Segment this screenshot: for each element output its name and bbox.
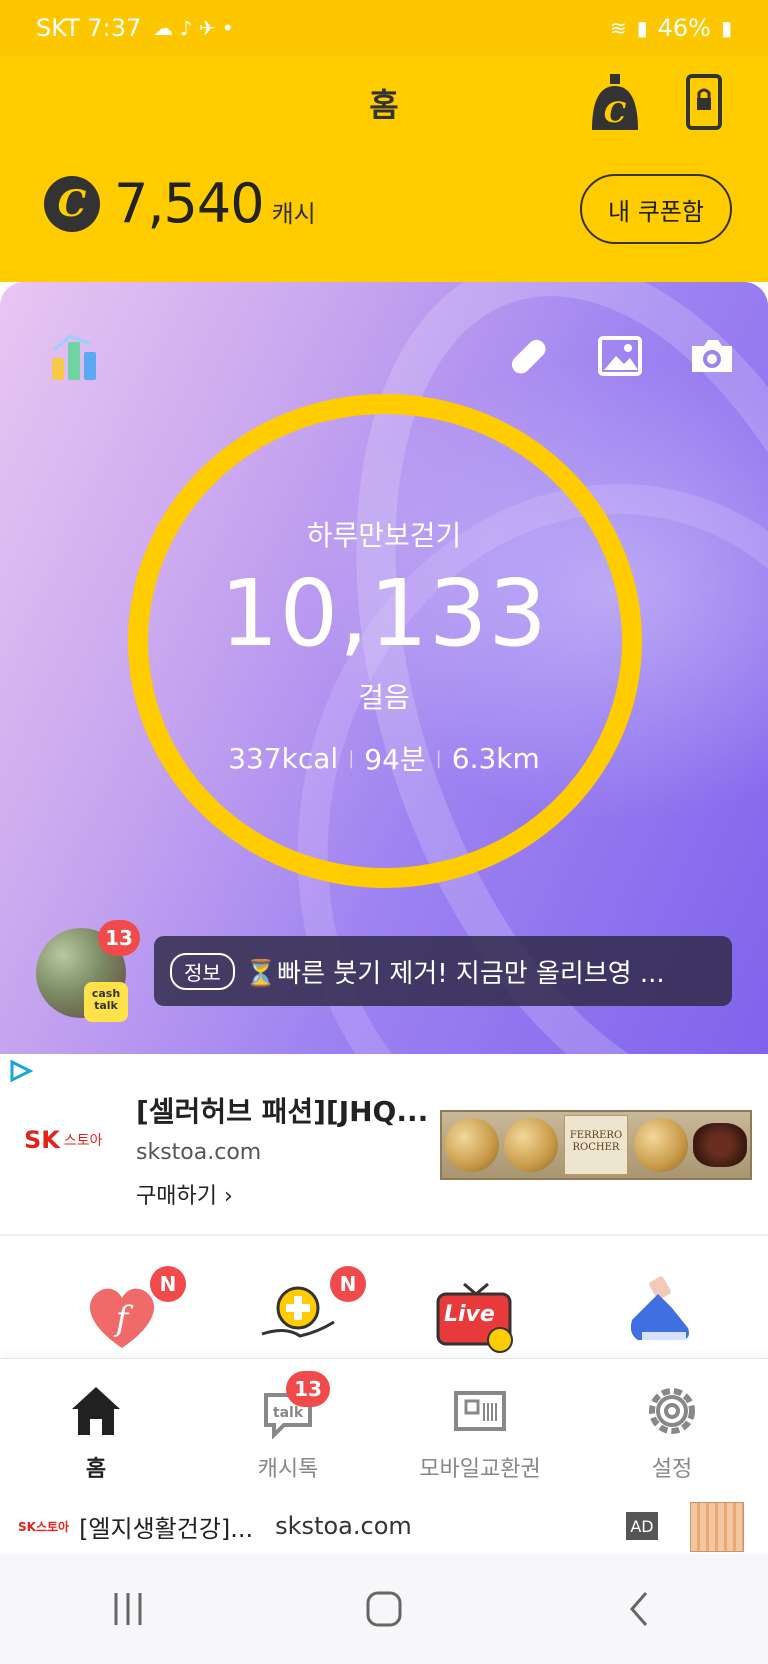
notification-badge: 13 [286, 1371, 330, 1407]
shoe-icon [630, 1276, 689, 1340]
system-navigation-bar [0, 1554, 768, 1664]
new-badge: N [330, 1266, 366, 1302]
pill-icon [511, 339, 546, 374]
nav-label: 모바일교환권 [419, 1457, 541, 1482]
notification-badge: 13 [98, 920, 140, 956]
pill-button[interactable] [504, 332, 552, 380]
step-counter-card: 하루만보걷기 10,133 걸음 337kcal | 94분 | 6.3km 1… [0, 282, 768, 1054]
notification-icons: ☁ ♪ ✈ • [153, 16, 234, 40]
advertiser-logo: SK스토아 [18, 1519, 70, 1534]
quick-menu: f N N Live [0, 1238, 768, 1358]
camera-button[interactable] [688, 332, 736, 380]
advertiser-logo: SK 스토아 [24, 1126, 103, 1154]
step-metrics: 337kcal | 94분 | 6.3km [0, 738, 768, 778]
phone-lock-icon [686, 74, 722, 130]
new-badge: N [150, 1266, 186, 1302]
coin-character-icon: C [592, 74, 638, 130]
camera-icon [692, 340, 732, 372]
health-care-button[interactable]: N [256, 1266, 366, 1358]
home-system-button[interactable] [354, 1579, 414, 1639]
notice-tag: 정보 [170, 952, 235, 990]
page-title: 홈 [369, 86, 399, 124]
notice-text: ⏳빠른 붓기 제거! 지금만 올리브영 ... [244, 958, 665, 989]
live-label: Live [444, 1302, 495, 1327]
logo-store: 스토아 [63, 1133, 103, 1149]
nav-label: 홈 [85, 1457, 107, 1482]
nav-home[interactable]: 홈 [0, 1383, 192, 1483]
cash-unit: 캐시 [271, 200, 316, 228]
adchoices-icon[interactable] [8, 1058, 34, 1084]
distance-value: 6.3km [451, 741, 540, 775]
signal-icon: ▮ [636, 16, 648, 40]
nav-cashtalk[interactable]: talk 13 캐시톡 [192, 1371, 384, 1483]
back-button[interactable] [610, 1579, 670, 1639]
bar-chart-icon [52, 334, 96, 380]
home-icon [72, 1387, 120, 1435]
walking-shoe-button[interactable] [618, 1274, 702, 1358]
buy-link[interactable]: 구매하기 › [136, 1178, 233, 1210]
step-title: 하루만보걷기 [306, 519, 462, 552]
ad-domain: skstoa.com [136, 1140, 262, 1165]
cash-character-button[interactable]: C [586, 72, 644, 134]
bottom-ad-strip[interactable]: SK스토아 [엘지생활건강]... skstoa.com AD [0, 1498, 768, 1554]
lock-screen-button[interactable] [686, 74, 722, 130]
logo-sk: SK [24, 1126, 60, 1154]
step-count: 10,133 [220, 560, 548, 667]
wifi-icon: ≋ [609, 16, 627, 40]
ad-title: [셀러허브 패션][JHQ... [136, 1095, 429, 1128]
app-header: 홈 C C 7,540 캐시 내 쿠폰함 [0, 56, 768, 282]
gallery-button[interactable] [596, 332, 644, 380]
bottom-navigation: 홈 talk 13 캐시톡 모바일교환권 설정 [0, 1358, 768, 1498]
home-circle-icon [366, 1591, 402, 1627]
heart-fund-button[interactable]: f N [80, 1266, 186, 1358]
back-chevron-icon [630, 1592, 648, 1626]
recent-apps-icon [114, 1593, 142, 1625]
ad-label: AD [626, 1512, 658, 1540]
info-notice-banner[interactable]: 정보 ⏳빠른 붓기 제거! 지금만 올리브영 ... [154, 936, 732, 1006]
nav-label: 설정 [651, 1457, 693, 1482]
ad-strip-domain: skstoa.com [275, 1512, 412, 1540]
ad-banner[interactable]: SK 스토아 [셀러허브 패션][JHQ... skstoa.com 구매하기 … [0, 1054, 768, 1236]
live-button[interactable]: Live [434, 1274, 518, 1358]
ad-strip-title: [엘지생활건강]... [79, 1514, 254, 1543]
image-icon [598, 336, 642, 376]
svg-text:C: C [604, 96, 627, 129]
ad-product-image: FERRERO ROCHER [440, 1110, 752, 1180]
status-bar: SKT 7:37 ☁ ♪ ✈ • ≋ ▮ 46% ▮ [0, 0, 768, 56]
cashtalk-logo: cash talk [84, 982, 128, 1022]
carrier-time: SKT 7:37 [36, 14, 142, 42]
ad-thumbnail [690, 1502, 744, 1552]
coupon-box-button[interactable]: 내 쿠폰함 [580, 174, 732, 244]
gear-icon [649, 1388, 695, 1434]
divider: | [435, 747, 442, 769]
battery-icon: ▮ [720, 16, 732, 40]
gift-card-icon [454, 1391, 506, 1431]
cash-amount: 7,540 [114, 172, 265, 235]
stats-chart-button[interactable] [48, 328, 104, 384]
nav-settings[interactable]: 설정 [576, 1383, 768, 1483]
cash-balance[interactable]: C 7,540 캐시 [44, 172, 316, 235]
product-brand: FERRERO ROCHER [563, 1115, 628, 1175]
cashtalk-avatar-button[interactable]: 13 cash talk [36, 920, 140, 1026]
svg-text:talk: talk [273, 1405, 304, 1421]
calories-value: 337kcal [228, 741, 339, 775]
hand-plus-icon [261, 1286, 335, 1338]
nav-label: 캐시톡 [257, 1457, 319, 1482]
recent-apps-button[interactable] [98, 1579, 158, 1639]
battery-level: 46% [657, 14, 711, 42]
step-unit: 걸음 [358, 681, 410, 714]
divider: | [348, 747, 355, 769]
minutes-value: 94분 [364, 743, 426, 776]
cash-coin-icon: C [44, 175, 100, 232]
nav-mobile-voucher[interactable]: 모바일교환권 [384, 1383, 576, 1483]
